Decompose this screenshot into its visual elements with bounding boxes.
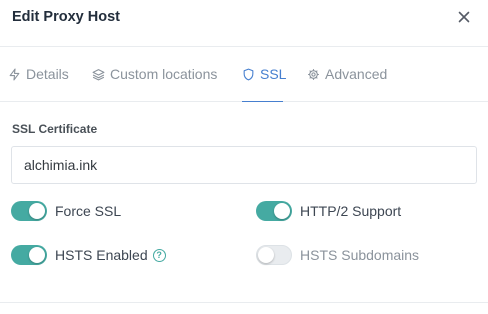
ssl-certificate-select[interactable]: alchimia.ink	[11, 146, 477, 184]
hsts-enabled-label: HSTS Enabled	[55, 247, 148, 263]
http2-support-toggle-row[interactable]: HTTP/2 Support	[256, 201, 401, 221]
tab-advanced[interactable]: Advanced	[307, 66, 387, 102]
force-ssl-toggle[interactable]	[11, 201, 47, 221]
tab-advanced-label: Advanced	[325, 66, 388, 82]
modal-divider	[0, 302, 488, 303]
hsts-subdomains-label: HSTS Subdomains	[300, 247, 420, 263]
toggle-knob	[258, 247, 274, 263]
gear-icon	[308, 69, 319, 80]
tab-ssl-label: SSL	[260, 66, 287, 82]
force-ssl-label: Force SSL	[55, 203, 122, 219]
shield-icon	[243, 68, 254, 81]
bolt-icon	[9, 68, 20, 81]
hsts-subdomains-toggle[interactable]	[256, 245, 292, 265]
hsts-enabled-toggle-row[interactable]: HSTS Enabled ?	[11, 245, 166, 265]
tab-details[interactable]: Details	[8, 66, 69, 102]
hsts-enabled-toggle[interactable]	[11, 245, 47, 265]
ssl-certificate-label: SSL Certificate	[12, 122, 98, 136]
close-icon[interactable]	[457, 8, 473, 26]
toggle-knob	[29, 203, 45, 219]
toggle-knob	[29, 247, 45, 263]
tab-custom-locations-label: Custom locations	[110, 66, 218, 82]
modal-title: Edit Proxy Host	[12, 9, 120, 25]
question-circle-icon[interactable]: ?	[152, 248, 166, 262]
tab-custom-locations[interactable]: Custom locations	[92, 66, 217, 102]
toggle-knob	[274, 203, 290, 219]
tab-details-label: Details	[26, 66, 69, 82]
tab-ssl[interactable]: SSL	[242, 66, 287, 102]
modal-header: Edit Proxy Host	[0, 0, 488, 47]
http2-support-label: HTTP/2 Support	[300, 203, 402, 219]
http2-support-toggle[interactable]	[256, 201, 292, 221]
layers-icon	[92, 69, 105, 81]
force-ssl-toggle-row[interactable]: Force SSL	[11, 201, 121, 221]
hsts-subdomains-toggle-row[interactable]: HSTS Subdomains	[256, 245, 419, 265]
tab-bar: Details Custom locations SSL Advanced	[0, 48, 488, 102]
